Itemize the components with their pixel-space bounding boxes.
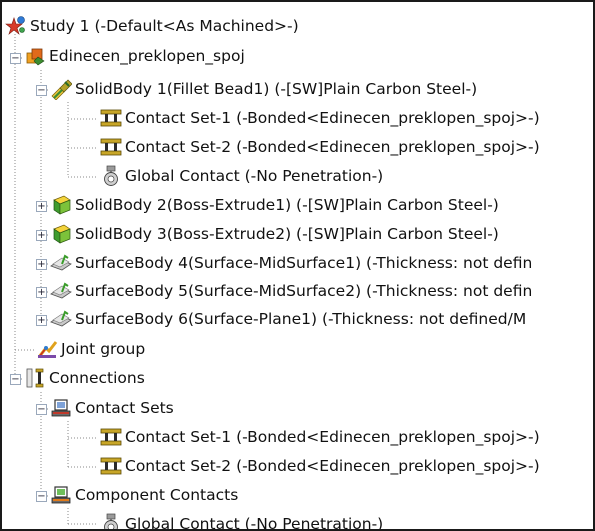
collapse-toggle[interactable]: − (36, 491, 47, 502)
tree-item-label: SurfaceBody 5(Surface-MidSurface2) (-Thi… (75, 282, 533, 300)
expand-toggle[interactable]: + (36, 315, 47, 326)
simulation-tree-panel: Study 1 (-Default<As Machined>-) − Edine… (0, 0, 595, 531)
tree-item-label: SolidBody 1(Fillet Bead1) (-[SW]Plain Ca… (75, 80, 478, 98)
contact-sets-folder-icon (50, 397, 72, 419)
collapse-toggle[interactable]: − (10, 53, 21, 64)
joint-group-icon (36, 338, 58, 360)
tree-item-label: Global Contact (-No Penetration-) (125, 515, 384, 531)
tree-item-label: Global Contact (-No Penetration-) (125, 167, 384, 185)
contact-set-icon (100, 136, 122, 158)
tree-item-study[interactable]: Study 1 (-Default<As Machined>-) (5, 12, 299, 40)
tree-item-label: Edinecen_preklopen_spoj (49, 47, 245, 65)
tree-item-label: Contact Set-2 (-Bonded<Edinecen_preklope… (125, 457, 540, 475)
tree-item-solidbody-2[interactable]: SolidBody 2(Boss-Extrude1) (-[SW]Plain C… (50, 191, 499, 219)
tree-item-global-contact[interactable]: Global Contact (-No Penetration-) (100, 162, 383, 190)
surface-body-icon (50, 252, 72, 274)
component-contacts-folder-icon (50, 484, 72, 506)
tree-item-solidbody-1[interactable]: SolidBody 1(Fillet Bead1) (-[SW]Plain Ca… (50, 75, 477, 103)
collapse-toggle[interactable]: − (36, 85, 47, 96)
tree-item-solidbody-3[interactable]: SolidBody 3(Boss-Extrude2) (-[SW]Plain C… (50, 220, 499, 248)
tree-item-surfacebody-6[interactable]: SurfaceBody 6(Surface-Plane1) (-Thicknes… (50, 305, 526, 333)
tree-item-label: Contact Set-2 (-Bonded<Edinecen_preklope… (125, 138, 540, 156)
connections-icon (24, 367, 46, 389)
tree-item-label: SolidBody 3(Boss-Extrude2) (-[SW]Plain C… (75, 225, 499, 243)
solid-body-icon (50, 194, 72, 216)
tree-item-label: SurfaceBody 6(Surface-Plane1) (-Thicknes… (75, 310, 527, 328)
tree-item-contact-sets[interactable]: Contact Sets (50, 394, 174, 422)
part-icon (24, 45, 46, 67)
solid-body-icon (50, 223, 72, 245)
study-icon (5, 15, 27, 37)
expand-toggle[interactable]: + (36, 287, 47, 298)
tree-item-label: Component Contacts (75, 486, 239, 504)
tree-item-contact-set-2[interactable]: Contact Set-2 (-Bonded<Edinecen_preklope… (100, 133, 540, 161)
tree-item-label: Contact Sets (75, 399, 174, 417)
expand-toggle[interactable]: + (36, 230, 47, 241)
tree-item-label: Joint group (61, 340, 146, 358)
expand-toggle[interactable]: + (36, 201, 47, 212)
tree-item-label: SurfaceBody 4(Surface-MidSurface1) (-Thi… (75, 254, 533, 272)
tree-item-surfacebody-4[interactable]: SurfaceBody 4(Surface-MidSurface1) (-Thi… (50, 249, 532, 277)
tree-item-label: Contact Set-1 (-Bonded<Edinecen_preklope… (125, 109, 540, 127)
contact-set-icon (100, 455, 122, 477)
contact-set-icon (100, 107, 122, 129)
collapse-toggle[interactable]: − (10, 374, 21, 385)
tree-item-part[interactable]: Edinecen_preklopen_spoj (24, 42, 245, 70)
tree-item-contact-set-1[interactable]: Contact Set-1 (-Bonded<Edinecen_preklope… (100, 104, 540, 132)
tree-item-label: Study 1 (-Default<As Machined>-) (30, 17, 299, 35)
collapse-toggle[interactable]: − (36, 404, 47, 415)
tree-item-connections[interactable]: Connections (24, 364, 145, 392)
tree-item-label: SolidBody 2(Boss-Extrude1) (-[SW]Plain C… (75, 196, 499, 214)
contact-set-icon (100, 426, 122, 448)
tree-item-surfacebody-5[interactable]: SurfaceBody 5(Surface-MidSurface2) (-Thi… (50, 277, 532, 305)
tree-item-component-contacts[interactable]: Component Contacts (50, 481, 238, 509)
surface-body-icon (50, 280, 72, 302)
tree-item-label: Contact Set-1 (-Bonded<Edinecen_preklope… (125, 428, 540, 446)
tree-item-contact-set-1[interactable]: Contact Set-1 (-Bonded<Edinecen_preklope… (100, 423, 540, 451)
tree-item-joint-group[interactable]: Joint group (36, 335, 145, 363)
weld-bead-icon (50, 78, 72, 100)
tree-item-global-contact[interactable]: Global Contact (-No Penetration-) (100, 510, 384, 531)
global-contact-icon (100, 165, 122, 187)
expand-toggle[interactable]: + (36, 259, 47, 270)
global-contact-icon (100, 513, 122, 529)
tree-item-contact-set-2[interactable]: Contact Set-2 (-Bonded<Edinecen_preklope… (100, 452, 540, 480)
tree-item-label: Connections (49, 369, 145, 387)
surface-body-icon (50, 308, 72, 330)
